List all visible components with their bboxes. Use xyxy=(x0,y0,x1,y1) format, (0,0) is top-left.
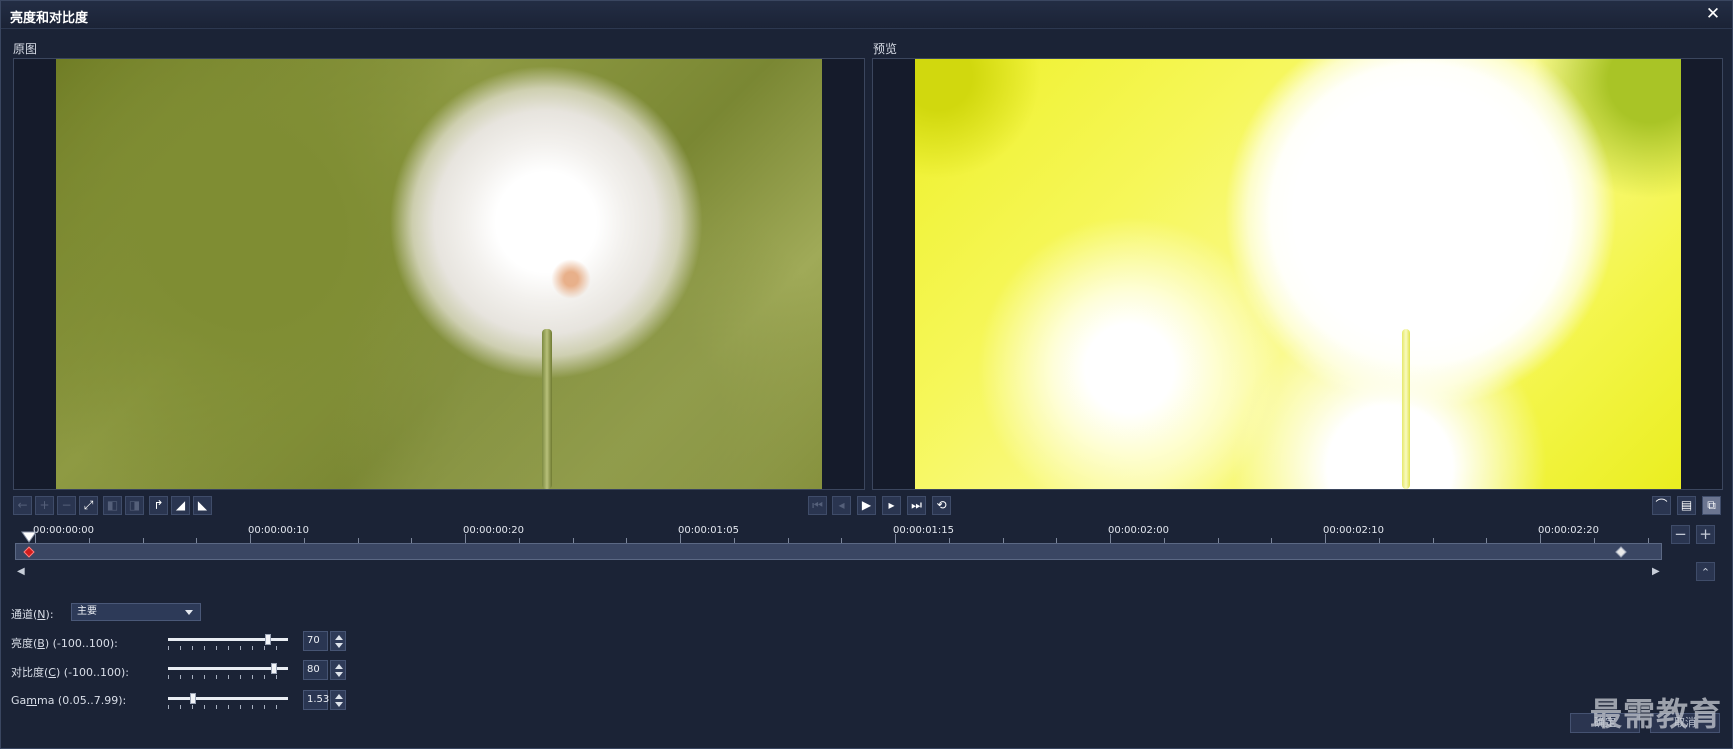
channel-label: 通道(N): xyxy=(11,608,54,621)
close-icon[interactable]: ✕ xyxy=(1704,5,1722,23)
timecode-label: 00:00:01:05 xyxy=(678,525,740,536)
slider-ticks xyxy=(168,646,288,650)
original-image xyxy=(56,59,822,489)
scroll-left-icon[interactable]: ◀ xyxy=(17,566,25,577)
preview-device-icon[interactable]: ▤ xyxy=(1677,496,1696,515)
previous-frame-icon[interactable]: ◂ xyxy=(832,496,851,515)
brightness-spinner[interactable] xyxy=(330,631,346,651)
slider-thumb[interactable] xyxy=(265,634,271,645)
timeline-tick xyxy=(1540,534,1541,543)
chevron-down-icon xyxy=(185,610,193,615)
gamma-spinner[interactable] xyxy=(330,690,346,710)
timeline-ruler: 00:00:00:00 00:00:00:10 00:00:00:20 00:0… xyxy=(13,521,1703,543)
slider-thumb[interactable] xyxy=(190,693,196,704)
preview-label: 预览 xyxy=(873,42,898,56)
zoom-in-button[interactable]: + xyxy=(1696,525,1715,544)
timeline-tick xyxy=(465,534,466,543)
down-arrow-icon[interactable] xyxy=(335,702,343,707)
reverse-keyframes-icon[interactable]: ⤢ xyxy=(79,496,98,515)
brightness-value-input[interactable]: 70 xyxy=(303,631,328,651)
watermark-text: 最需教育 xyxy=(1589,695,1722,733)
move-left-icon[interactable]: ← xyxy=(13,496,32,515)
timeline-tick xyxy=(1325,534,1326,543)
title-bar: 亮度和对比度 ✕ xyxy=(1,1,1732,29)
timeline-tick xyxy=(250,534,251,543)
preview-image xyxy=(915,59,1681,489)
up-arrow-icon[interactable] xyxy=(335,664,343,669)
speed-icon[interactable]: ⌒ xyxy=(1652,496,1671,515)
fade-in-icon[interactable]: ◢ xyxy=(171,496,190,515)
contrast-value-input[interactable]: 80 xyxy=(303,660,328,680)
collapse-icon[interactable]: ⌃ xyxy=(1696,562,1715,581)
next-keyframe-icon[interactable]: ◨ xyxy=(125,496,144,515)
timecode-label: 00:00:00:20 xyxy=(463,525,525,536)
slider-rail xyxy=(168,697,288,700)
up-arrow-icon[interactable] xyxy=(335,635,343,640)
next-frame-icon[interactable]: ▸ xyxy=(882,496,901,515)
slider-ticks xyxy=(168,705,288,709)
gamma-slider[interactable] xyxy=(168,693,288,709)
slider-thumb[interactable] xyxy=(271,663,277,674)
playhead-marker[interactable] xyxy=(21,531,37,543)
up-arrow-icon[interactable] xyxy=(335,694,343,699)
original-viewer xyxy=(13,58,865,490)
gamma-label: Gamma (0.05..7.99): xyxy=(11,694,127,707)
timeline-tick xyxy=(895,534,896,543)
repeat-icon[interactable]: ⟲ xyxy=(932,496,951,515)
play-icon[interactable]: ▶ xyxy=(857,496,876,515)
timeline-tick xyxy=(1110,534,1111,543)
down-arrow-icon[interactable] xyxy=(335,643,343,648)
go-to-end-icon[interactable]: ⏭ xyxy=(907,496,926,515)
add-keyframe-icon[interactable]: + xyxy=(35,496,54,515)
timeline-tick xyxy=(680,534,681,543)
remove-keyframe-icon[interactable]: − xyxy=(57,496,76,515)
gamma-value-input[interactable]: 1.53 xyxy=(303,690,329,710)
dandelion-core xyxy=(551,259,591,299)
move-right-icon[interactable]: ↱ xyxy=(149,496,168,515)
brightness-slider[interactable] xyxy=(168,634,288,650)
timecode-label: 00:00:02:00 xyxy=(1108,525,1170,536)
prev-keyframe-icon[interactable]: ◧ xyxy=(103,496,122,515)
timecode-label: 00:00:02:20 xyxy=(1538,525,1600,536)
timecode-label: 00:00:02:10 xyxy=(1323,525,1385,536)
channel-select[interactable]: 主要 xyxy=(71,603,201,621)
timecode-label: 00:00:01:15 xyxy=(893,525,955,536)
slider-ticks xyxy=(168,675,288,679)
fade-out-icon[interactable]: ◣ xyxy=(193,496,212,515)
original-label: 原图 xyxy=(13,42,38,56)
compare-view-icon[interactable]: ⧉ xyxy=(1702,496,1721,515)
slider-rail xyxy=(168,667,288,670)
dandelion-stem xyxy=(542,329,552,489)
contrast-spinner[interactable] xyxy=(330,660,346,680)
go-to-start-icon[interactable]: ⏮ xyxy=(808,496,827,515)
dialog-title: 亮度和对比度 xyxy=(10,11,89,26)
contrast-slider[interactable] xyxy=(168,663,288,679)
zoom-out-button[interactable]: − xyxy=(1671,525,1690,544)
contrast-label: 对比度(C) (-100..100): xyxy=(11,666,130,679)
brightness-label: 亮度(B) (-100..100): xyxy=(11,637,118,650)
preview-viewer xyxy=(872,58,1723,490)
channel-value: 主要 xyxy=(77,606,97,617)
timecode-label: 00:00:00:10 xyxy=(248,525,310,536)
brightness-contrast-dialog: 亮度和对比度 ✕ 原图 预览 ← + − ⤢ ◧ ◨ ↱ ◢ ◣ ⏮ ◂ ▶ ▸… xyxy=(0,0,1733,749)
timecode-label: 00:00:00:00 xyxy=(33,525,95,536)
keyframe-track[interactable] xyxy=(15,543,1662,560)
scroll-right-icon[interactable]: ▶ xyxy=(1652,566,1660,577)
dandelion-stem-preview xyxy=(1402,329,1410,489)
down-arrow-icon[interactable] xyxy=(335,672,343,677)
